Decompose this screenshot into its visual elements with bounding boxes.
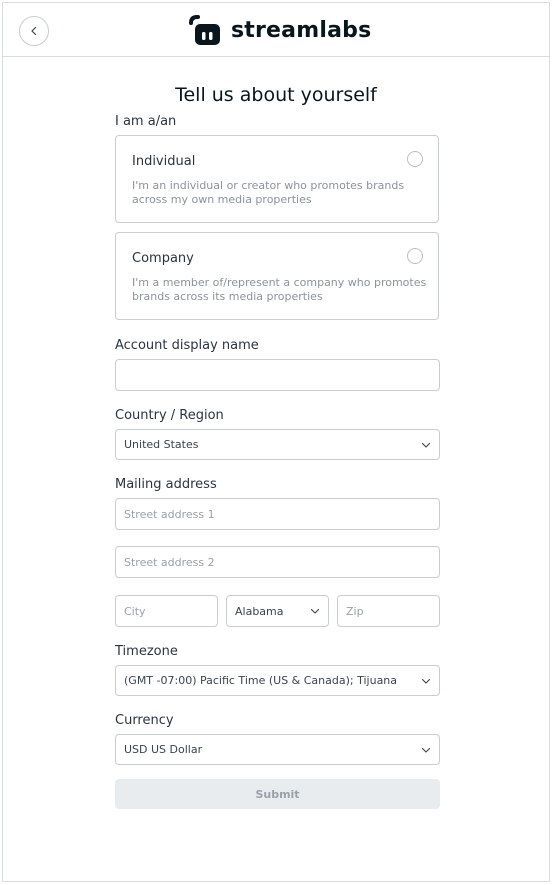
submit-button[interactable]: Submit xyxy=(115,779,440,809)
currency-select[interactable]: USD US Dollar xyxy=(115,734,440,765)
option-individual-title: Individual xyxy=(132,154,196,169)
chevron-left-icon xyxy=(31,26,37,36)
header: streamlabs xyxy=(3,3,549,57)
zip-input[interactable] xyxy=(337,595,440,627)
timezone-select[interactable]: (GMT -07:00) Pacific Time (US & Canada);… xyxy=(115,665,440,696)
state-value: Alabama xyxy=(235,604,284,618)
option-company-title: Company xyxy=(132,251,194,266)
option-company[interactable]: Company I'm a member of/represent a comp… xyxy=(115,232,439,320)
street-address-2-input[interactable] xyxy=(115,546,440,578)
currency-label: Currency xyxy=(115,713,174,728)
currency-value: USD US Dollar xyxy=(124,743,203,756)
country-value: United States xyxy=(124,438,199,451)
street-address-1-input[interactable] xyxy=(115,498,440,530)
timezone-label: Timezone xyxy=(115,644,178,659)
timezone-value: (GMT -07:00) Pacific Time (US & Canada);… xyxy=(124,674,398,687)
option-individual-radio[interactable] xyxy=(407,151,423,167)
account-type-label: I am a/an xyxy=(115,114,177,129)
city-input[interactable] xyxy=(115,595,218,627)
country-select[interactable]: United States xyxy=(115,429,440,460)
streamlabs-logo-icon xyxy=(189,15,220,45)
option-individual[interactable]: Individual I'm an individual or creator … xyxy=(115,135,439,223)
back-button[interactable] xyxy=(19,16,49,46)
mailing-address-label: Mailing address xyxy=(115,477,217,492)
logo-text: streamlabs xyxy=(231,18,372,43)
option-company-description: I'm a member of/represent a company who … xyxy=(132,276,427,303)
country-label: Country / Region xyxy=(115,408,224,423)
chevron-down-icon xyxy=(310,608,320,614)
chevron-down-icon xyxy=(421,747,431,753)
option-individual-description: I'm an individual or creator who promote… xyxy=(132,179,405,206)
chevron-down-icon xyxy=(421,678,431,684)
streamlabs-logo: streamlabs xyxy=(188,15,371,47)
state-select[interactable]: Alabama xyxy=(226,595,329,627)
page-frame: streamlabs Tell us about yourself I am a… xyxy=(2,2,550,882)
display-name-label: Account display name xyxy=(115,338,259,353)
chevron-down-icon xyxy=(421,442,431,448)
display-name-input[interactable] xyxy=(115,359,440,391)
page-title: Tell us about yourself xyxy=(175,84,377,106)
option-company-radio[interactable] xyxy=(407,248,423,264)
